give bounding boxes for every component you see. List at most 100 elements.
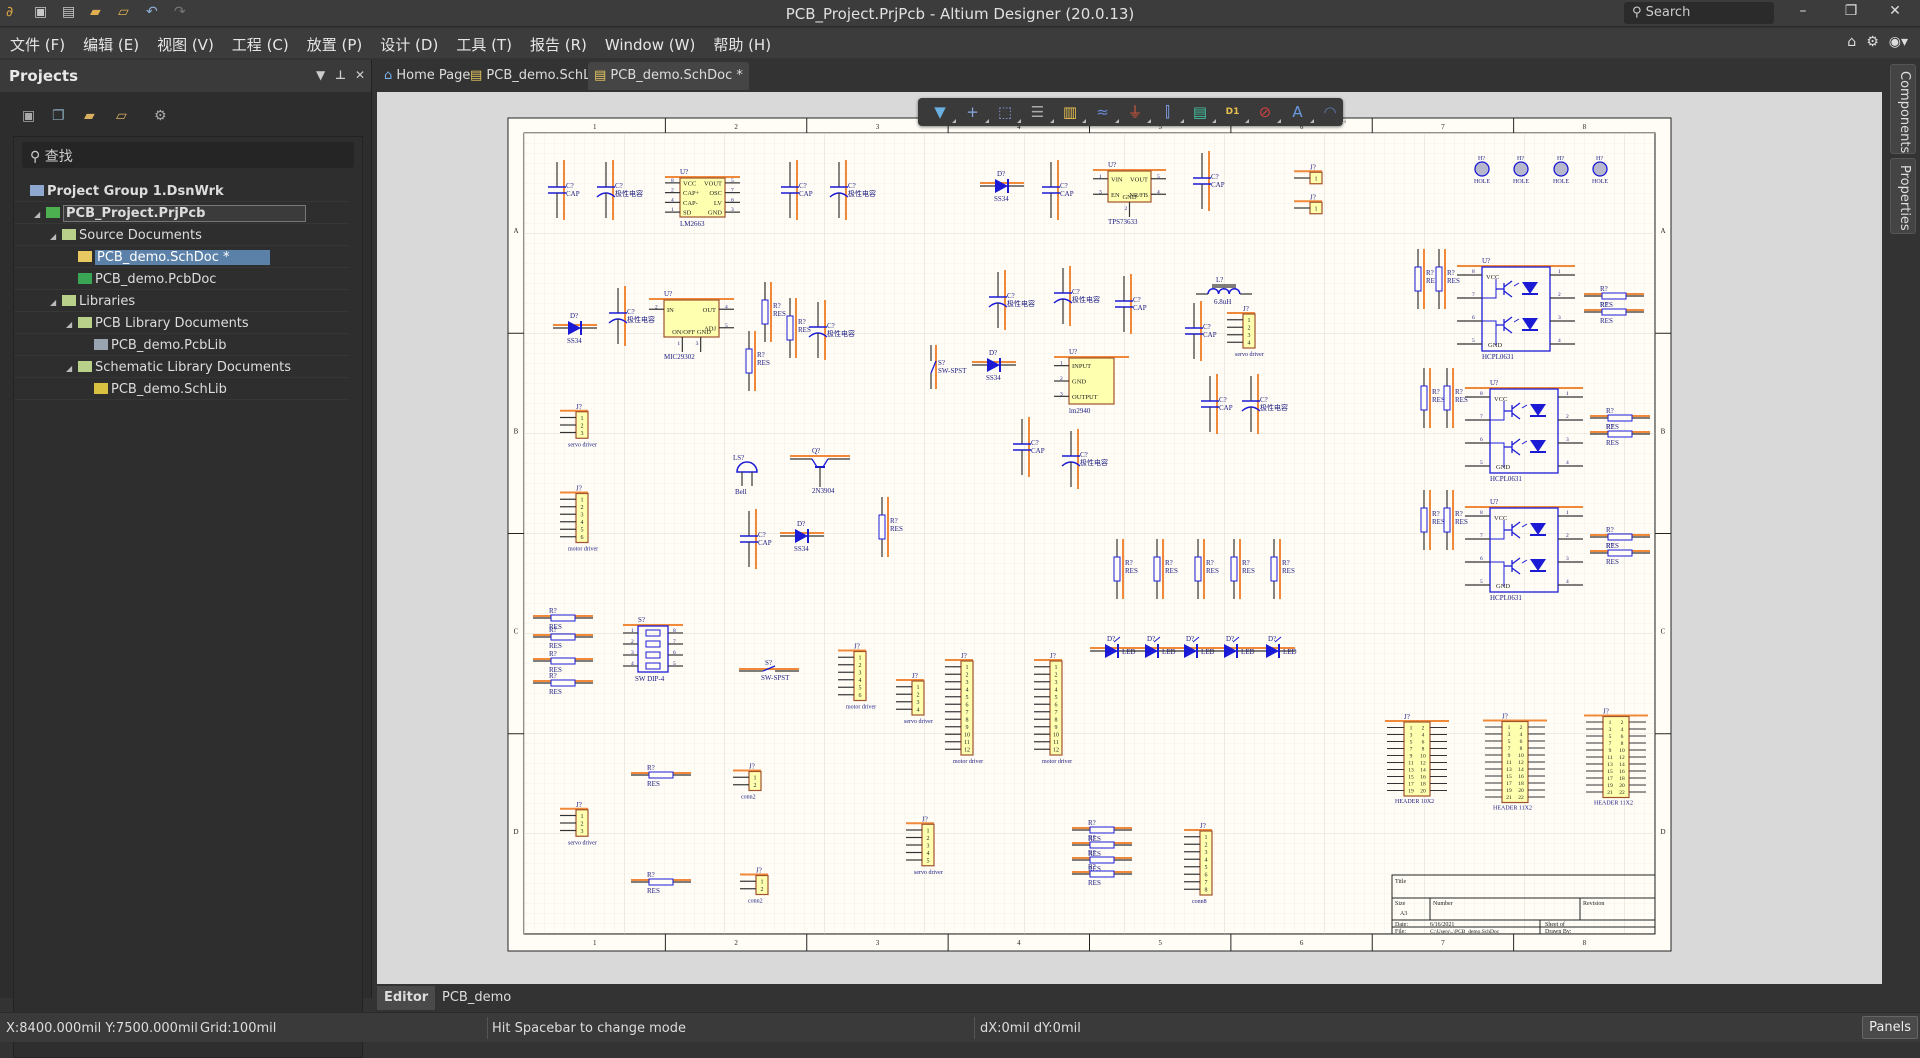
tree-item[interactable]: ◢ PCB Library Documents: [14, 313, 349, 334]
pin-icon[interactable]: ⊥: [335, 68, 346, 82]
copy-project-icon[interactable]: ❐: [52, 108, 65, 124]
label: Revision: [1583, 901, 1604, 907]
doc-tab[interactable]: ▤ PCB_demo.SchDoc *: [588, 62, 749, 90]
panel-title: Projects: [9, 67, 79, 85]
pin-number: 7: [1480, 533, 1483, 539]
pin-number: 3: [1205, 850, 1208, 856]
menu-item[interactable]: 放置 (P): [297, 28, 371, 55]
tree-item[interactable]: PCB_demo.PcbDoc: [14, 269, 349, 290]
pin-number: 4: [671, 197, 674, 203]
menu-item[interactable]: 视图 (V): [147, 28, 222, 55]
pin-number: 3: [631, 650, 634, 656]
place-wire-tool-icon[interactable]: +: [961, 101, 989, 123]
pin-number: 5: [725, 323, 728, 329]
browse-folder-icon[interactable]: ▰: [84, 108, 95, 124]
menu-item[interactable]: 编辑 (E): [73, 28, 147, 55]
pin-number: 8: [1621, 741, 1624, 747]
schematic-editor[interactable]: 1 1 2 2 3 3 4 4 5 5 6 6 7 7 8 8 A A B B C C D D Title Size A3 Numbe…: [377, 92, 1882, 984]
expand-arrow-icon[interactable]: ◢: [34, 204, 46, 225]
expand-arrow-icon[interactable]: ◢: [50, 292, 62, 313]
tree-item[interactable]: PCB_demo.SchLib: [14, 379, 349, 400]
designator: C?: [1031, 439, 1039, 447]
panel-menu-icon[interactable]: ▼: [316, 68, 325, 82]
gear-icon[interactable]: ⚙: [1866, 34, 1879, 50]
minimize-button[interactable]: –: [1788, 3, 1818, 19]
search-input[interactable]: ⚲ Search: [1624, 2, 1774, 24]
cursor-coordinates: X:8400.000mil Y:7500.000mil: [6, 1021, 198, 1036]
tree-item[interactable]: Project Group 1.DsnWrk: [14, 181, 349, 202]
menu-item[interactable]: 设计 (D): [370, 28, 446, 55]
tab-pcb-demo[interactable]: PCB_demo: [435, 986, 518, 1010]
component-header2[interactable]: 1 23 45 67 89 1011 1213 1415 1617 1819 2021 22J?HEA…: [1584, 708, 1648, 807]
pin-number: 11: [1607, 755, 1613, 761]
properties-panel-tab[interactable]: Properties: [1890, 158, 1916, 234]
menu-item[interactable]: 帮助 (H): [703, 28, 779, 55]
designator: R?: [549, 650, 557, 658]
pin-number: 7: [1472, 292, 1475, 298]
save-project-icon[interactable]: ▣: [22, 108, 35, 124]
place-part-tool-icon[interactable]: ▥: [1058, 101, 1086, 123]
expand-arrow-icon[interactable]: ◢: [66, 314, 78, 335]
place-arc-tool-icon[interactable]: ◠: [1318, 101, 1346, 123]
doc-tab-label: PCB_demo.SchDoc *: [610, 68, 743, 83]
close-button[interactable]: ✕: [1880, 3, 1910, 19]
place-sheet-symbol-tool-icon[interactable]: ▤: [1188, 101, 1216, 123]
designator: U?: [1108, 161, 1116, 169]
user-icon[interactable]: ◉▾: [1889, 34, 1908, 50]
place-ground-tool-icon[interactable]: ⏚: [1123, 101, 1151, 123]
tree-item[interactable]: ◢ PCB_Project.PrjPcb: [14, 203, 349, 224]
place-port-tool-icon[interactable]: ⫿: [1156, 101, 1184, 123]
doc-tab[interactable]: ▤ PCB_demo.SchLib: [464, 62, 608, 90]
tree-item[interactable]: ◢ Schematic Library Documents: [14, 357, 349, 378]
component-header2[interactable]: 1 23 45 67 89 1011 1213 1415 1617 1819 2021 22J?HEA…: [1483, 713, 1547, 812]
place-text-tool-icon[interactable]: A: [1286, 101, 1314, 123]
schematic-canvas[interactable]: 1122334455667788A AB BC CD DTitleSizeA3Numbe…: [377, 92, 1882, 984]
settings-icon[interactable]: ⚙: [154, 108, 167, 124]
pin-number: 2: [966, 673, 969, 679]
tree-item[interactable]: ◢ Source Documents: [14, 225, 349, 246]
pin-number: 8: [1422, 747, 1425, 753]
value: CAP: [1060, 190, 1074, 198]
value: RES: [1282, 567, 1295, 575]
panels-button[interactable]: Panels: [1862, 1016, 1918, 1039]
value: SS34: [986, 374, 1001, 382]
place-net-label-tool-icon[interactable]: D1: [1221, 101, 1249, 123]
tab-editor[interactable]: Editor: [377, 986, 436, 1010]
project-search-input[interactable]: ⚲ 查找: [22, 142, 354, 168]
select-area-tool-icon[interactable]: ⬚: [993, 101, 1021, 123]
tree-item[interactable]: PCB_demo.PcbLib: [14, 335, 349, 356]
designator: J?: [1404, 713, 1410, 721]
menu-item[interactable]: 文件 (F): [0, 28, 73, 55]
pin-number: 3: [966, 680, 969, 686]
menu-item[interactable]: 工程 (C): [222, 28, 297, 55]
expand-arrow-icon[interactable]: ◢: [66, 358, 78, 379]
home-icon[interactable]: ⌂: [1847, 34, 1856, 50]
restore-button[interactable]: ❐: [1836, 3, 1866, 19]
expand-arrow-icon[interactable]: ◢: [50, 226, 62, 247]
pin-number: 1: [859, 656, 862, 662]
close-panel-icon[interactable]: ✕: [355, 68, 365, 82]
align-tool-icon[interactable]: ☰: [1026, 101, 1054, 123]
pin-number: 1: [966, 665, 969, 671]
components-panel-tab[interactable]: Components: [1890, 64, 1916, 154]
no-erc-tool-icon[interactable]: ⊘: [1253, 101, 1281, 123]
designator: R?: [1455, 388, 1463, 396]
doc-tab[interactable]: ⌂ Home Page: [378, 62, 476, 90]
value: servo driver: [1235, 352, 1264, 358]
menu-item[interactable]: Window (W): [595, 30, 703, 54]
value: 极性电容: [1072, 295, 1100, 304]
value: SS34: [994, 195, 1009, 203]
pin-number: 6: [1472, 315, 1475, 321]
folder-settings-icon[interactable]: ▱: [116, 108, 127, 124]
tree-item[interactable]: ◢ Libraries: [14, 291, 349, 312]
pin-number: 4: [1566, 579, 1569, 585]
value: motor driver: [1042, 759, 1072, 765]
place-bus-tool-icon[interactable]: ≈: [1091, 101, 1119, 123]
tree-item[interactable]: PCB_demo.SchDoc *: [14, 247, 349, 268]
menu-item[interactable]: 报告 (R): [520, 28, 595, 55]
zone-column-label: 6: [1300, 939, 1304, 947]
menu-item[interactable]: 工具 (T): [446, 28, 520, 55]
folder-icon: [62, 229, 76, 240]
filter-tool-icon[interactable]: ▼: [928, 101, 956, 123]
pin-name: SD: [683, 210, 692, 217]
